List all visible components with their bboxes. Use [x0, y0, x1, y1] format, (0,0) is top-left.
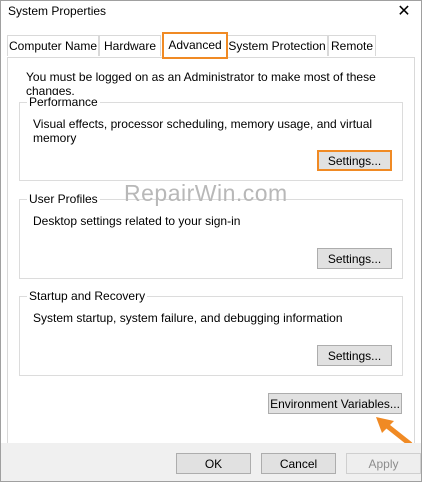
advanced-tab-panel: You must be logged on as an Administrato…: [7, 57, 415, 447]
startup-recovery-group: Startup and Recovery System startup, sys…: [19, 289, 403, 376]
tab-remote[interactable]: Remote: [328, 35, 376, 56]
performance-group-title: Performance: [27, 95, 100, 109]
performance-description: Visual effects, processor scheduling, me…: [33, 117, 373, 145]
ok-button[interactable]: OK: [176, 453, 251, 474]
tab-system-protection[interactable]: System Protection: [226, 35, 328, 56]
startup-recovery-group-title: Startup and Recovery: [27, 289, 148, 303]
system-properties-window: System Properties ✕ Computer Name Hardwa…: [0, 0, 422, 482]
dialog-footer: OK Cancel Apply: [1, 443, 421, 481]
pointer-arrow-icon: [376, 417, 413, 447]
performance-settings-button[interactable]: Settings...: [317, 150, 392, 171]
cancel-button[interactable]: Cancel: [261, 453, 336, 474]
title-bar: System Properties ✕: [1, 1, 421, 27]
tab-computer-name[interactable]: Computer Name: [7, 35, 99, 56]
close-icon[interactable]: ✕: [387, 1, 421, 25]
tab-advanced[interactable]: Advanced: [162, 32, 228, 59]
admin-note: You must be logged on as an Administrato…: [26, 70, 376, 98]
window-title: System Properties: [8, 4, 107, 18]
apply-button[interactable]: Apply: [346, 453, 421, 474]
tab-hardware[interactable]: Hardware: [99, 35, 161, 56]
user-profiles-group: User Profiles Desktop settings related t…: [19, 192, 403, 279]
startup-recovery-settings-button[interactable]: Settings...: [317, 345, 392, 366]
performance-group: Performance Visual effects, processor sc…: [19, 95, 403, 181]
startup-recovery-description: System startup, system failure, and debu…: [33, 311, 343, 325]
user-profiles-description: Desktop settings related to your sign-in: [33, 214, 241, 228]
user-profiles-settings-button[interactable]: Settings...: [317, 248, 392, 269]
watermark: RepairWin.com: [124, 180, 288, 206]
user-profiles-group-title: User Profiles: [27, 192, 100, 206]
environment-variables-button[interactable]: Environment Variables...: [268, 393, 402, 414]
